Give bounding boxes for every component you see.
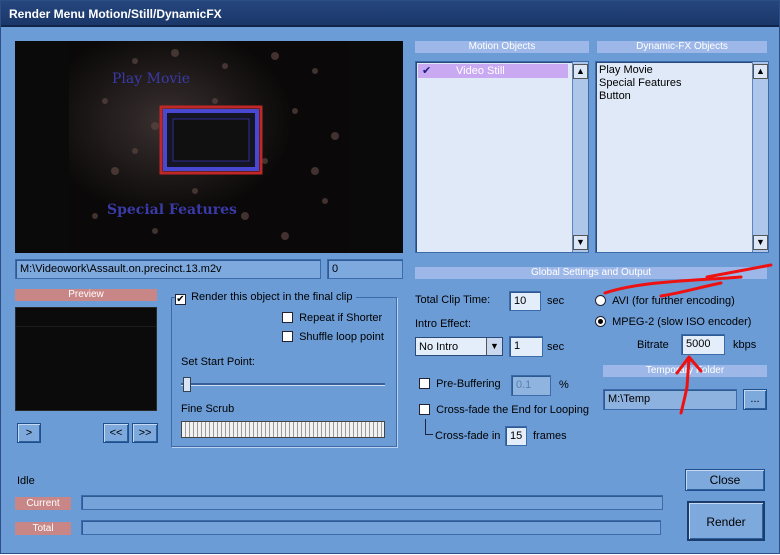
render-menu-window: Render Menu Motion/Still/DynamicFX Play … [0,0,780,554]
red-annotation-marks [603,263,773,415]
